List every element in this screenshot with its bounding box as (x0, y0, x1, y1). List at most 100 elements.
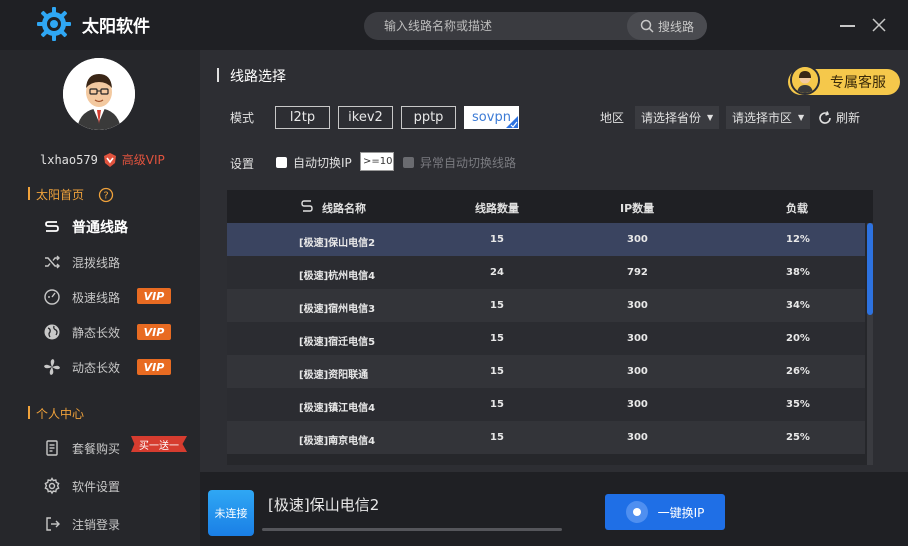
region-label: 地区 (600, 111, 625, 125)
table-row[interactable]: [极速]资阳联通 15 300 26% (227, 355, 865, 388)
column-header-lines[interactable]: 线路数量 (475, 200, 519, 216)
table-row[interactable]: [极速]杭州电信4 24 792 38% (227, 256, 865, 289)
sidebar-item-static-longterm[interactable]: 静态长效 (42, 322, 120, 342)
refresh-icon (819, 110, 831, 124)
scrollbar[interactable] (867, 223, 873, 465)
table-row[interactable]: [极速]镇江电信4 15 300 35% (227, 388, 865, 421)
column-header-name[interactable]: 线路名称 (322, 200, 366, 216)
home-section-label: 太阳首页 (36, 188, 85, 202)
cell-line-name: [极速]宿迁电信5 (299, 337, 376, 348)
help-icon[interactable]: ? (98, 187, 114, 203)
protocol-l2tp-button[interactable]: l2tp (275, 106, 330, 129)
protocol-pptp-button[interactable]: pptp (401, 106, 456, 129)
abnormal-switch-checkbox[interactable] (403, 157, 414, 168)
fan-icon (42, 357, 62, 377)
sidebar-item-mixed-lines[interactable]: 混拨线路 (42, 252, 120, 272)
mode-label: 模式 (230, 111, 255, 125)
sidebar-item-dynamic-longterm[interactable]: 动态长效 (42, 357, 120, 377)
close-icon[interactable] (871, 17, 887, 33)
abnormal-switch-option[interactable]: 异常自动切换线路 (403, 154, 516, 171)
search-icon (640, 19, 654, 33)
cell-line-count: 24 (490, 267, 504, 278)
shuffle-icon (42, 252, 62, 272)
cell-line-name: [极速]宿州电信3 (299, 304, 376, 315)
cell-line-name: [极速]保山电信2 (299, 238, 376, 249)
title-bar: 太阳软件 搜线路 (0, 0, 908, 50)
column-header-load[interactable]: 负载 (786, 200, 808, 216)
cell-load: 25% (786, 432, 810, 443)
cell-ip-count: 300 (627, 234, 648, 245)
vip-level: 高级VIP (121, 153, 165, 167)
vip-shield-icon (103, 152, 116, 167)
avatar[interactable] (63, 58, 135, 130)
table-row[interactable]: [极速]保山电信2 15 300 12% (227, 223, 865, 256)
cell-line-name: [极速]杭州电信4 (299, 271, 376, 282)
username: lxhao579 (40, 152, 98, 167)
auto-switch-checkbox[interactable] (276, 157, 287, 168)
table-row[interactable]: [极速]宿迁电信5 15 300 20% (227, 322, 865, 355)
protocol-sovpn-button[interactable]: sovpn (464, 106, 519, 129)
sidebar-item-package-purchase[interactable]: 套餐购买 (42, 438, 120, 458)
home-section[interactable]: 太阳首页 ? (28, 186, 114, 203)
cell-load: 38% (786, 267, 810, 278)
main-panel: 线路选择 专属客服 模式 l2tp ikev2 pptp sovpn 地区 请选… (200, 50, 908, 472)
minimize-button[interactable] (840, 25, 855, 27)
table-header: 线路名称 线路数量 IP数量 负载 (227, 190, 873, 223)
logout-icon (42, 514, 62, 534)
section-marker (28, 406, 30, 419)
app-title: 太阳软件 (82, 17, 150, 37)
city-select[interactable]: 请选择市区 ▼ (726, 106, 810, 129)
table-row[interactable]: [极速]宿州电信3 15 300 34% (227, 289, 865, 322)
cell-ip-count: 300 (627, 366, 648, 377)
search-button[interactable]: 搜线路 (627, 12, 707, 40)
sidebar-item-settings[interactable]: 软件设置 (42, 476, 120, 496)
sidebar-item-normal-lines[interactable]: 普通线路 (42, 217, 128, 237)
connect-button[interactable]: 未连接 (208, 490, 254, 536)
column-header-ips[interactable]: IP数量 (620, 200, 654, 216)
switch-ip-button[interactable]: 一键换IP (605, 494, 725, 530)
sidebar-item-logout[interactable]: 注销登录 (42, 514, 120, 534)
gear-icon (42, 476, 62, 496)
cell-line-count: 15 (490, 399, 504, 410)
sidebar-item-label: 动态长效 (72, 360, 121, 375)
vip-badge: VIP (137, 359, 171, 375)
abnormal-switch-label: 异常自动切换线路 (420, 156, 517, 170)
speed-icon (42, 287, 62, 307)
globe-icon (42, 322, 62, 342)
protocol-ikev2-button[interactable]: ikev2 (338, 106, 393, 129)
sort-icon[interactable] (301, 199, 313, 213)
refresh-label: 刷新 (836, 111, 861, 125)
cell-line-count: 15 (490, 234, 504, 245)
refresh-button[interactable]: 刷新 (818, 109, 860, 126)
cell-line-name: [极速]镇江电信4 (299, 403, 376, 414)
sidebar-item-label: 极速线路 (72, 290, 121, 305)
cell-load: 12% (786, 234, 810, 245)
cell-line-count: 15 (490, 432, 504, 443)
auto-switch-label: 自动切换IP (293, 156, 352, 170)
check-icon (506, 116, 518, 128)
personal-section-label: 个人中心 (36, 407, 85, 421)
province-select-value: 请选择省份 (641, 111, 702, 125)
cell-line-name: [极速]南京电信4 (299, 436, 376, 447)
cell-ip-count: 300 (627, 432, 648, 443)
cell-ip-count: 300 (627, 399, 648, 410)
table-row[interactable]: [极速]南京电信4 15 300 25% (227, 421, 865, 454)
customer-service-button[interactable]: 专属客服 (788, 65, 900, 95)
section-marker (28, 187, 30, 200)
vip-badge: VIP (137, 288, 171, 304)
search-bar: 搜线路 (364, 12, 707, 40)
auto-switch-ip-option[interactable]: 自动切换IP (276, 154, 352, 171)
interval-input[interactable] (360, 152, 394, 171)
settings-label: 设置 (230, 157, 255, 171)
cell-line-count: 15 (490, 366, 504, 377)
sidebar-item-fast-lines[interactable]: 极速线路 (42, 287, 120, 307)
cell-ip-count: 300 (627, 300, 648, 311)
title-marker (217, 68, 219, 82)
cell-line-name: [极速]资阳联通 (299, 370, 369, 381)
city-select-value: 请选择市区 (732, 111, 793, 125)
search-input[interactable] (384, 12, 624, 40)
province-select[interactable]: 请选择省份 ▼ (635, 106, 719, 129)
page-title: 线路选择 (230, 69, 286, 85)
scrollbar-thumb[interactable] (867, 223, 873, 315)
cell-ip-count: 792 (627, 267, 648, 278)
